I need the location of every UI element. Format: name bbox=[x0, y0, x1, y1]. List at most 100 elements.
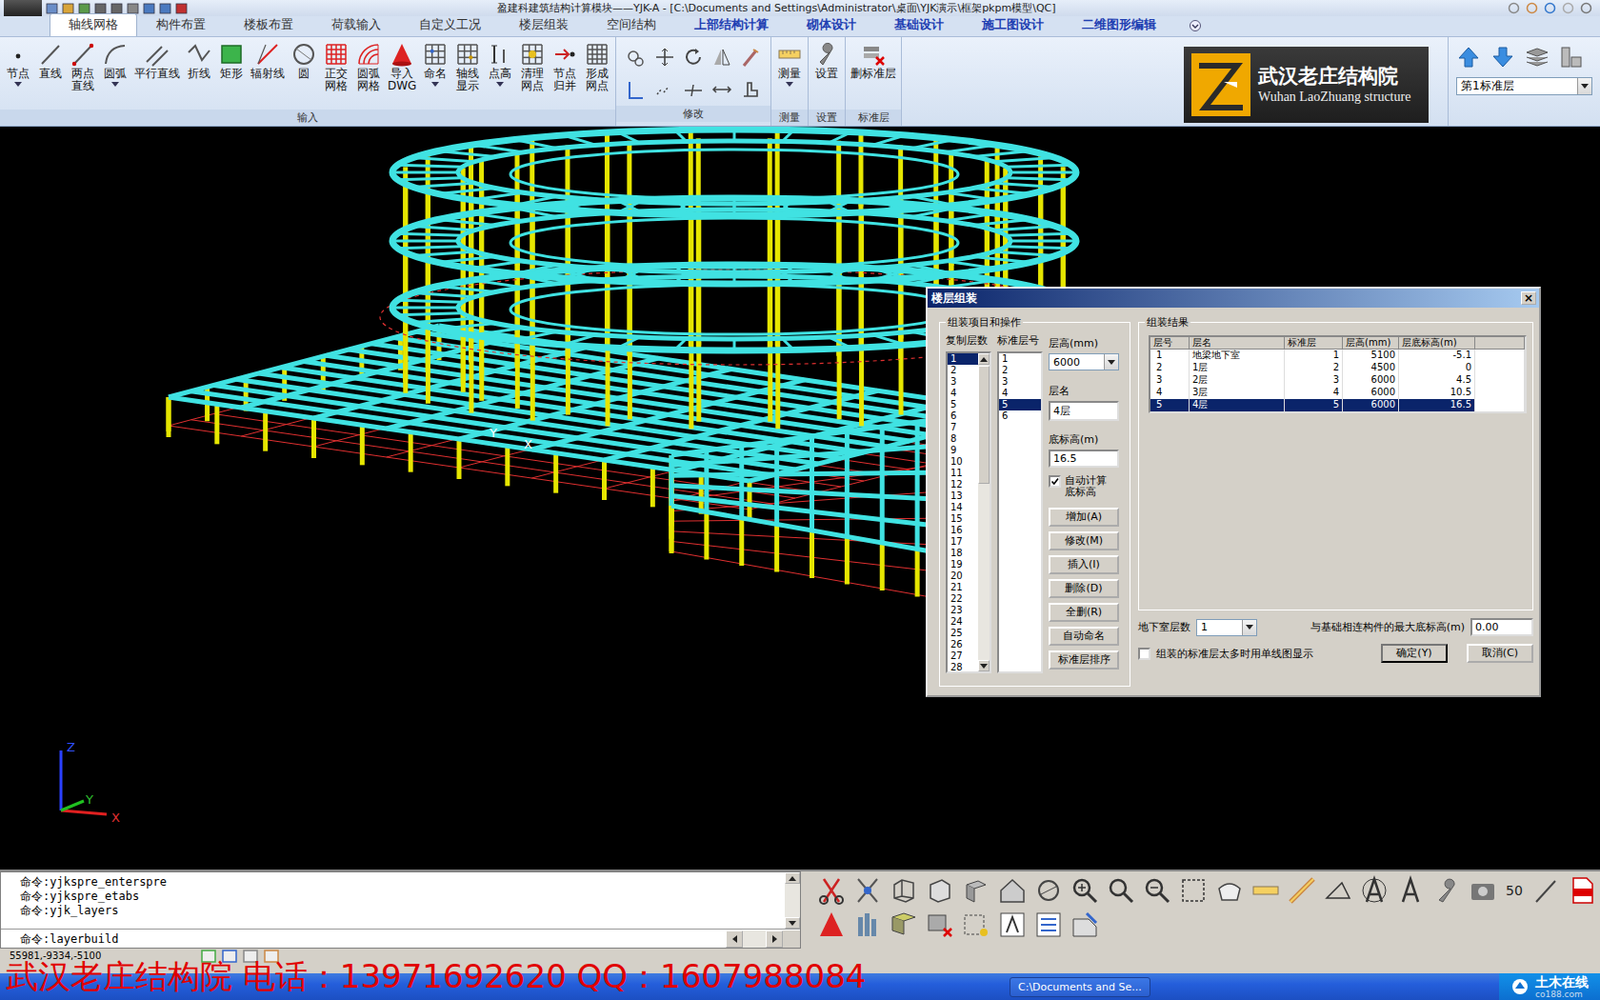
list-item[interactable]: 3 bbox=[999, 376, 1041, 388]
dialog-button[interactable]: 自动命名 bbox=[1048, 626, 1120, 646]
cancel-button[interactable]: 取消(C) bbox=[1466, 643, 1534, 663]
view-tool-icon[interactable] bbox=[1395, 875, 1426, 906]
view-tool-icon[interactable] bbox=[1467, 875, 1499, 906]
list-item[interactable]: 19 bbox=[947, 559, 979, 571]
ribbon-tool[interactable]: 圆 bbox=[287, 39, 320, 87]
ribbon-tool[interactable]: 清理网点 bbox=[516, 39, 549, 100]
list-item[interactable]: 5 bbox=[999, 399, 1041, 411]
list-item[interactable]: 8 bbox=[947, 433, 979, 445]
list-item[interactable]: 26 bbox=[947, 639, 979, 651]
list-item[interactable]: 12 bbox=[947, 479, 979, 491]
scrollbar[interactable] bbox=[784, 872, 800, 929]
view-tool-icon[interactable] bbox=[1214, 875, 1245, 906]
auto-base-option[interactable]: 自动计算底标高 bbox=[1048, 475, 1120, 499]
list-item[interactable]: 14 bbox=[947, 501, 979, 514]
view-tool-icon[interactable] bbox=[1530, 875, 1561, 906]
ribbon-tool[interactable]: 圆弧 bbox=[99, 39, 132, 87]
ribbon-tool[interactable]: 两点直线 bbox=[66, 39, 100, 100]
ribbon-tool[interactable]: 平行直线 bbox=[131, 39, 183, 87]
name-input[interactable]: 4层 bbox=[1048, 400, 1120, 421]
view-tool-icon[interactable] bbox=[960, 909, 992, 940]
list-item[interactable]: 9 bbox=[947, 444, 979, 457]
ribbon-tab[interactable]: 空间结构 bbox=[587, 13, 676, 37]
view-tool-icon[interactable] bbox=[852, 909, 883, 940]
basement-combo[interactable]: 1 bbox=[1196, 619, 1258, 637]
dialog-button[interactable]: 全删(R) bbox=[1048, 602, 1120, 622]
view-tool-icon[interactable] bbox=[852, 875, 883, 906]
ok-button[interactable]: 确定(Y) bbox=[1380, 643, 1448, 663]
window-control-icon[interactable] bbox=[1561, 1, 1575, 15]
list-item[interactable]: 11 bbox=[947, 467, 979, 480]
ribbon-tool[interactable]: 测量 bbox=[773, 39, 806, 87]
dialog-button[interactable]: 标准层排序 bbox=[1048, 650, 1120, 670]
ribbon-tab[interactable]: 轴线网格 bbox=[49, 13, 138, 37]
ribbon-tool[interactable]: 删标准层 bbox=[847, 39, 900, 87]
scroll-down-button[interactable] bbox=[978, 660, 990, 672]
view-tool-icon[interactable] bbox=[888, 875, 920, 906]
list-item[interactable]: 10 bbox=[947, 456, 979, 468]
view-tool-icon[interactable] bbox=[888, 909, 920, 940]
max-base-input[interactable]: 0.00 bbox=[1470, 618, 1534, 637]
close-button[interactable]: × bbox=[1520, 291, 1537, 305]
modify-tool-icon[interactable] bbox=[711, 79, 733, 100]
ribbon-tab[interactable]: 上部结构计算 bbox=[675, 13, 788, 37]
floor-view-icon[interactable] bbox=[1559, 44, 1584, 70]
view-tool-icon[interactable] bbox=[960, 875, 992, 906]
list-item[interactable]: 5 bbox=[947, 399, 979, 411]
ribbon-tool[interactable]: 直线 bbox=[34, 39, 67, 87]
list-item[interactable]: 18 bbox=[947, 547, 979, 560]
quick-access-icon[interactable] bbox=[142, 1, 156, 15]
down-arrow-icon[interactable] bbox=[1490, 44, 1516, 70]
list-item[interactable]: 2 bbox=[999, 364, 1041, 377]
ribbon-tab[interactable]: 施工图设计 bbox=[962, 13, 1063, 37]
list-item[interactable]: 4 bbox=[999, 387, 1041, 400]
modify-tool-icon[interactable] bbox=[654, 46, 676, 68]
view-tool-icon[interactable] bbox=[997, 909, 1028, 940]
list-item[interactable]: 2 bbox=[947, 364, 979, 377]
dropdown-arrow[interactable] bbox=[496, 81, 504, 87]
base-input[interactable]: 16.5 bbox=[1048, 449, 1120, 468]
ribbon-tool[interactable]: 节点归并 bbox=[548, 39, 581, 100]
view-tool-icon[interactable] bbox=[1033, 909, 1064, 940]
ribbon-tab[interactable]: 构件布置 bbox=[137, 13, 225, 37]
dialog-button[interactable]: 修改(M) bbox=[1048, 531, 1120, 551]
view-tool-icon[interactable] bbox=[1286, 875, 1318, 906]
view-tool-icon[interactable] bbox=[924, 909, 956, 940]
modify-tool-icon[interactable] bbox=[740, 46, 761, 68]
layer-select[interactable]: 第1标准层 bbox=[1456, 77, 1593, 96]
layers-icon[interactable] bbox=[1524, 44, 1550, 70]
view-tool-icon[interactable] bbox=[1322, 875, 1354, 906]
modify-tool-icon[interactable] bbox=[654, 79, 676, 100]
list-item[interactable]: 25 bbox=[947, 627, 979, 640]
ribbon-tool[interactable]: 设置 bbox=[810, 39, 843, 87]
ribbon-tool[interactable]: 点高 bbox=[483, 39, 517, 87]
modify-tool-icon[interactable] bbox=[625, 79, 647, 100]
scroll-down-button[interactable] bbox=[784, 917, 800, 929]
model-viewport[interactable]: YXZYX楼层组装×组装项目和操作复制层数1234567891011121314… bbox=[0, 126, 1600, 870]
ribbon-tool[interactable]: 轴线显示 bbox=[451, 39, 484, 100]
scroll-left-button[interactable] bbox=[725, 930, 743, 948]
scroll-thumb[interactable] bbox=[978, 365, 990, 484]
list-item[interactable]: 22 bbox=[947, 593, 979, 605]
modify-tool-icon[interactable] bbox=[682, 46, 704, 68]
view-tool-icon[interactable] bbox=[1431, 875, 1462, 906]
scroll-right-button[interactable] bbox=[765, 930, 783, 948]
ribbon-tab[interactable]: 自定义工况 bbox=[400, 13, 500, 37]
list-item[interactable]: 28 bbox=[947, 661, 979, 674]
window-control-icon[interactable] bbox=[1525, 1, 1539, 15]
table-row[interactable]: 43层4600010.5 bbox=[1150, 386, 1525, 400]
list-item[interactable]: 16 bbox=[947, 524, 979, 537]
ribbon-tool[interactable]: 节点 bbox=[1, 39, 35, 87]
command-input[interactable]: 命令:layerbuild bbox=[0, 928, 800, 948]
list-item[interactable]: 20 bbox=[947, 570, 979, 582]
view-tool-icon[interactable] bbox=[1178, 875, 1209, 906]
list-item[interactable]: 1 bbox=[947, 353, 979, 365]
list-item[interactable]: 6 bbox=[947, 410, 979, 422]
list-item[interactable]: 24 bbox=[947, 616, 979, 628]
dialog-button[interactable]: 增加(A) bbox=[1048, 507, 1120, 527]
view-tool-icon[interactable] bbox=[1069, 909, 1100, 940]
list-item[interactable]: 17 bbox=[947, 536, 979, 548]
up-arrow-icon[interactable] bbox=[1456, 44, 1481, 70]
ribbon-tab[interactable]: 荷载输入 bbox=[312, 13, 400, 37]
table-row[interactable]: 1地梁地下室15100-5.1 bbox=[1150, 349, 1525, 362]
